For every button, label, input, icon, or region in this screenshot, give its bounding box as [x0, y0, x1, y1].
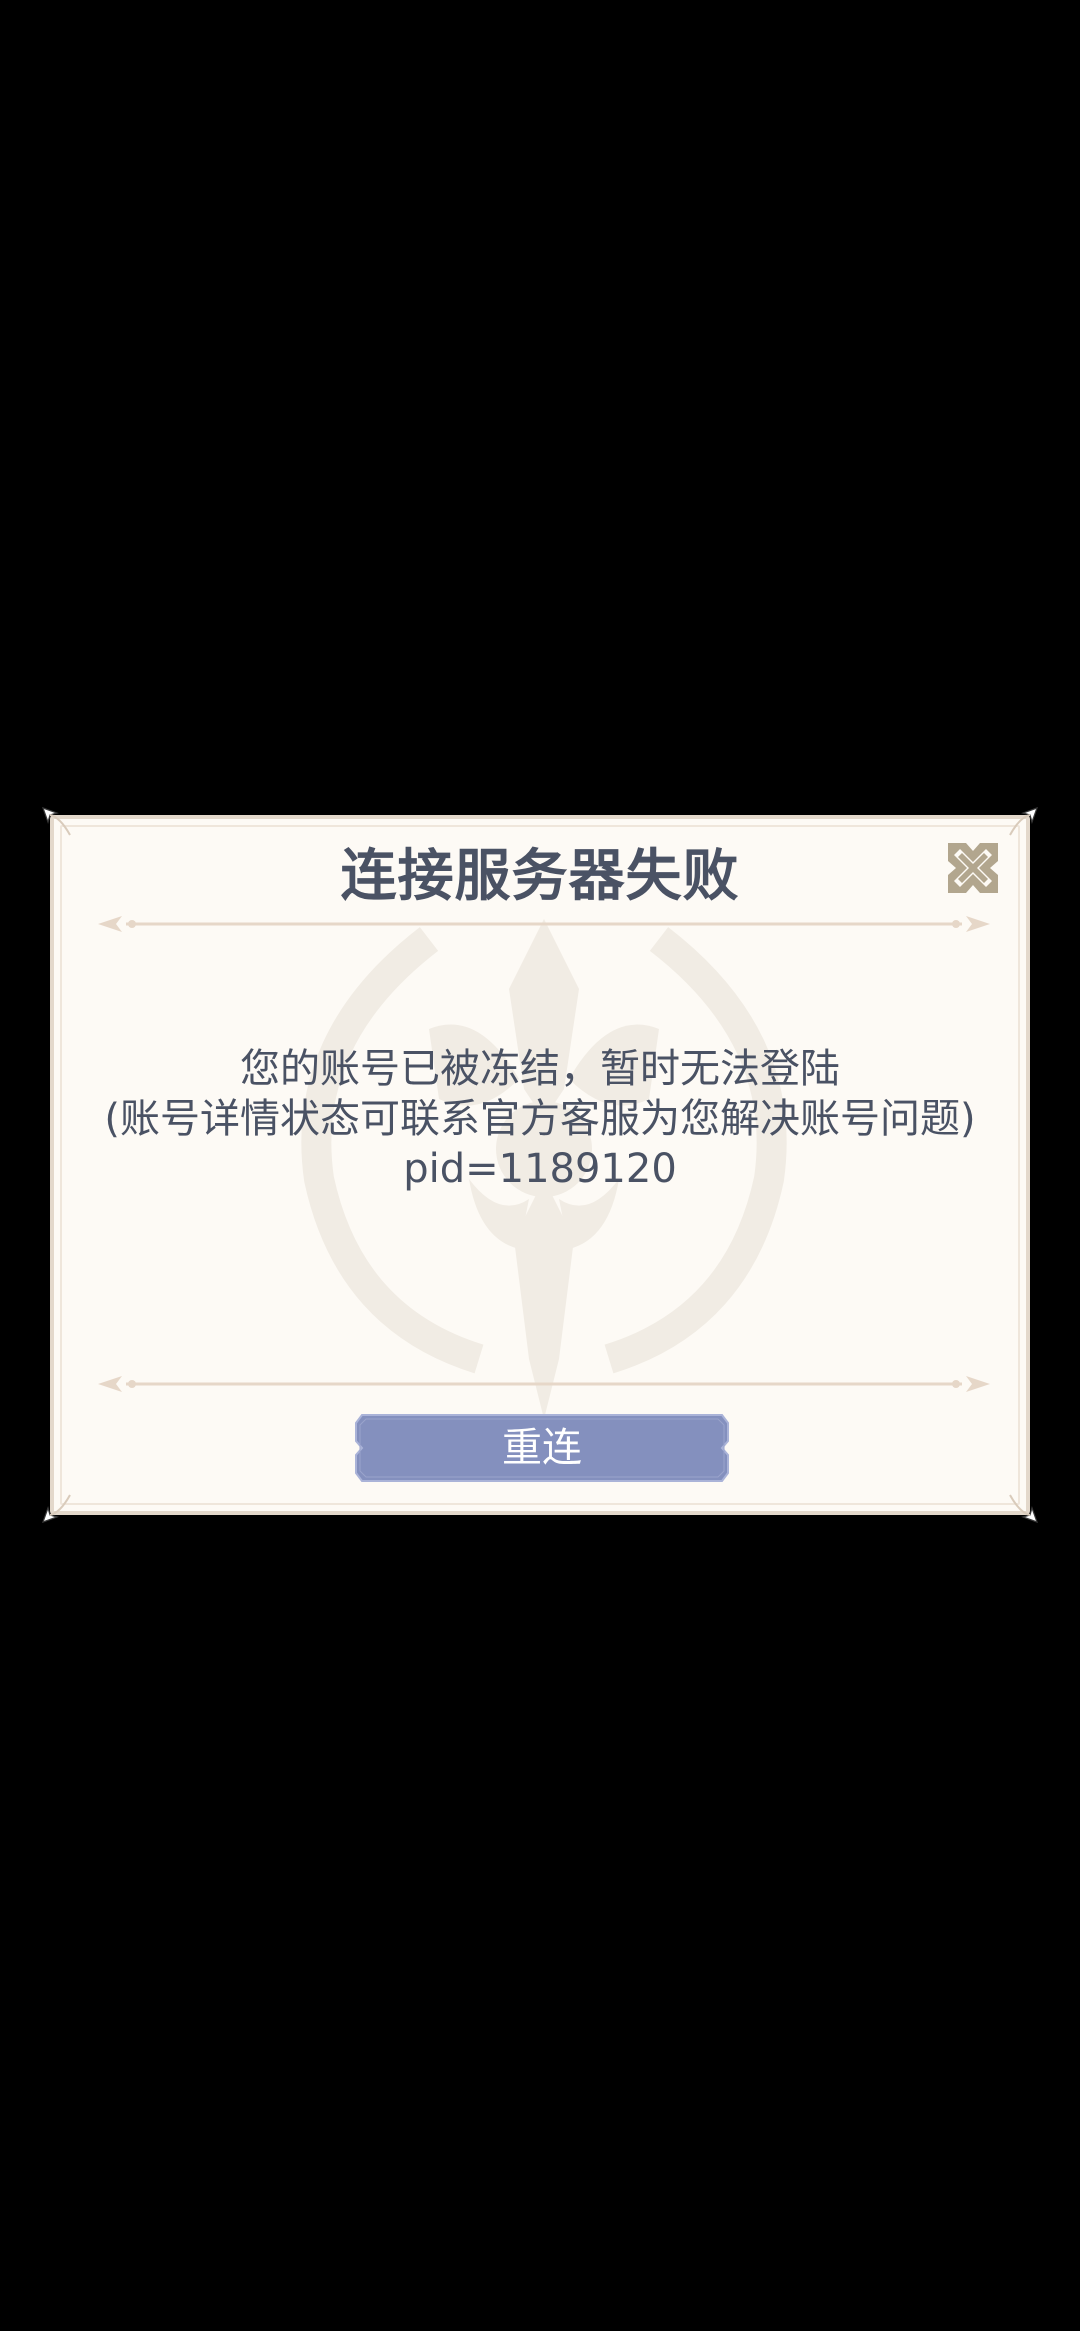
corner-ornament-icon	[1009, 1494, 1038, 1523]
reconnect-label: 重连	[502, 1425, 582, 1471]
close-icon[interactable]	[946, 841, 1000, 895]
error-message: 您的账号已被冻结，暂时无法登陆 (账号详情状态可联系官方客服为您解决账号问题) …	[54, 1044, 1026, 1194]
message-line: (账号详情状态可联系官方客服为您解决账号问题)	[104, 1096, 976, 1142]
ornamental-divider	[98, 916, 990, 932]
corner-ornament-icon	[1009, 807, 1038, 836]
screen-background: 连接服务器失败 您的账号已被冻结，暂时无法登陆 (账号详情状态可联系官方客服为您…	[0, 0, 1080, 2331]
dialog-title: 连接服务器失败	[340, 844, 740, 909]
player-id: pid=1189120	[403, 1146, 677, 1192]
ornamental-divider	[98, 1376, 990, 1392]
error-dialog: 连接服务器失败 您的账号已被冻结，暂时无法登陆 (账号详情状态可联系官方客服为您…	[42, 807, 1038, 1523]
corner-ornament-icon	[42, 807, 71, 836]
reconnect-button[interactable]: 重连	[354, 1413, 730, 1483]
corner-ornament-icon	[42, 1494, 71, 1523]
message-line: 您的账号已被冻结，暂时无法登陆	[240, 1046, 840, 1092]
